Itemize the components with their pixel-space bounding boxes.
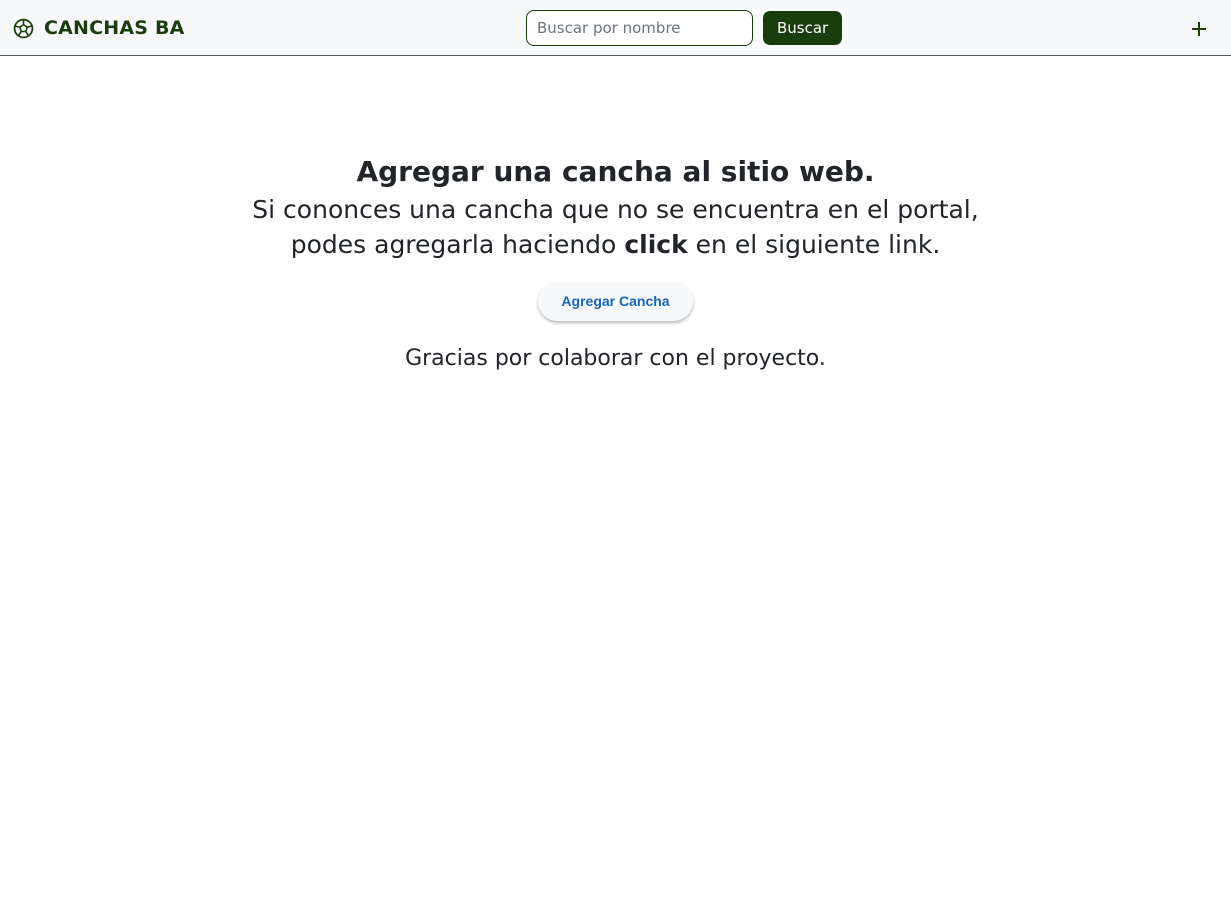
page-title: Agregar una cancha al sitio web. xyxy=(356,155,875,188)
brand-text: CANCHAS BA xyxy=(44,17,185,39)
soccer-ball-icon xyxy=(13,18,34,38)
subtitle-line-1: Si cononces una cancha que no se encuent… xyxy=(252,195,979,224)
subtitle-line-2-start: podes agregarla haciendo xyxy=(290,230,617,259)
page-subtitle: Si cononces una cancha que no se encuent… xyxy=(0,192,1231,262)
subtitle-line-2-end: en el siguiente link. xyxy=(695,230,941,259)
plus-icon xyxy=(1192,22,1206,36)
main-content: Agregar una cancha al sitio web. Si cono… xyxy=(0,152,1231,375)
navbar: CANCHAS BA Buscar xyxy=(0,0,1231,56)
add-cancha-nav-button[interactable] xyxy=(1186,16,1212,42)
add-cancha-button[interactable]: Agregar Cancha xyxy=(538,282,693,321)
search-button[interactable]: Buscar xyxy=(763,11,843,45)
search-form: Buscar xyxy=(526,10,843,46)
subtitle-click-word: click xyxy=(624,230,688,259)
brand-link[interactable]: CANCHAS BA xyxy=(13,14,185,42)
search-input[interactable] xyxy=(526,10,753,46)
thanks-message: Gracias por colaborar con el proyecto. xyxy=(405,346,826,371)
